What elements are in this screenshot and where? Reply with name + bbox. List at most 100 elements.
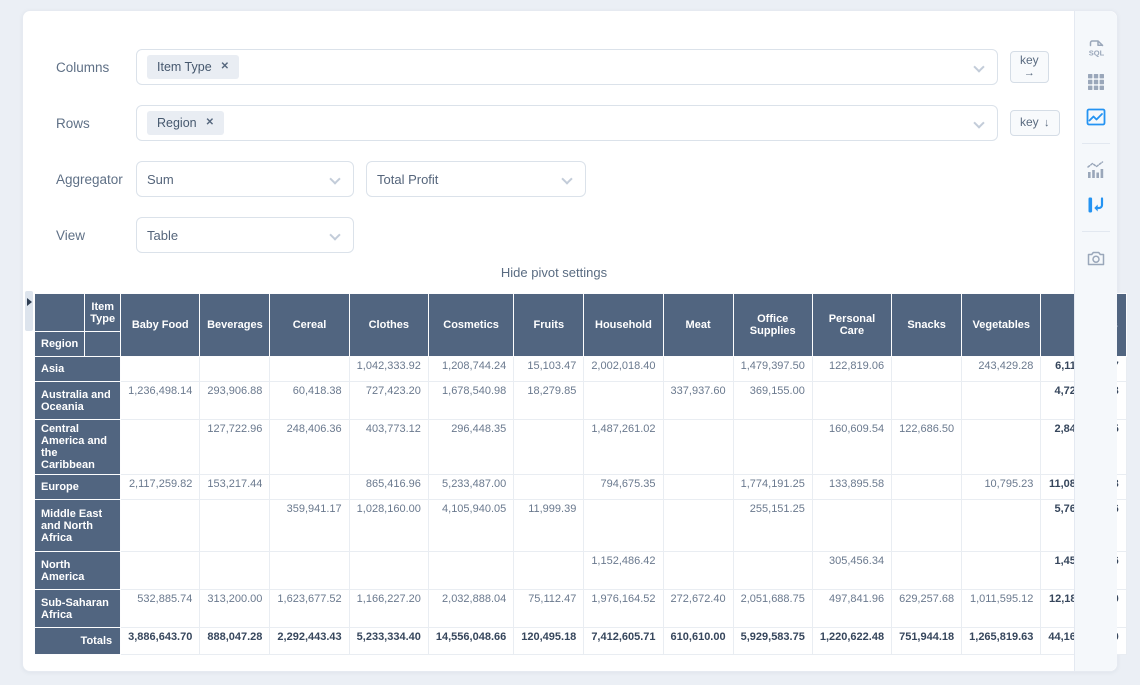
toolbar-divider <box>1082 143 1110 144</box>
data-cell <box>121 357 200 382</box>
row-header[interactable]: Sub-Saharan Africa <box>35 590 121 628</box>
columns-select[interactable]: Item Type ✕ <box>136 49 998 85</box>
data-cell: 243,429.28 <box>962 357 1041 382</box>
data-cell <box>962 552 1041 590</box>
remove-tag-icon[interactable]: ✕ <box>206 118 214 128</box>
data-cell: 15,103.47 <box>514 357 584 382</box>
data-cell: 272,672.40 <box>663 590 733 628</box>
col-axis-label[interactable]: Item Type <box>85 294 121 332</box>
column-total-cell: 610,610.00 <box>663 628 733 655</box>
table-row: Middle East and North Africa359,941.171,… <box>35 500 1127 552</box>
column-header[interactable]: Meat <box>663 294 733 357</box>
data-cell: 369,155.00 <box>733 382 812 420</box>
data-cell <box>584 382 663 420</box>
view-select[interactable]: Table <box>136 217 354 253</box>
data-cell: 313,200.00 <box>200 590 270 628</box>
data-cell: 60,418.38 <box>270 382 349 420</box>
column-header[interactable]: Cosmetics <box>428 294 513 357</box>
data-cell <box>962 382 1041 420</box>
sql-icon[interactable]: SQL <box>1084 35 1108 59</box>
pivot-table: Item TypeBaby FoodBeveragesCerealClothes… <box>34 293 1127 655</box>
data-cell: 122,819.06 <box>812 357 891 382</box>
column-header[interactable]: Clothes <box>349 294 428 357</box>
data-cell: 1,236,498.14 <box>121 382 200 420</box>
aggregator-field-select[interactable]: Total Profit <box>366 161 586 197</box>
data-cell <box>892 500 962 552</box>
row-header[interactable]: Europe <box>35 475 121 500</box>
table-row: Europe2,117,259.82153,217.44865,416.965,… <box>35 475 1127 500</box>
data-cell <box>663 420 733 475</box>
data-cell: 1,678,540.98 <box>428 382 513 420</box>
camera-icon[interactable] <box>1084 246 1108 270</box>
data-cell: 10,795.23 <box>962 475 1041 500</box>
row-header[interactable]: Middle East and North Africa <box>35 500 121 552</box>
column-header[interactable]: Beverages <box>200 294 270 357</box>
chevron-down-icon <box>561 173 572 184</box>
column-header[interactable]: Office Supplies <box>733 294 812 357</box>
data-cell: 359,941.17 <box>270 500 349 552</box>
aggregator-field-value: Total Profit <box>377 172 438 187</box>
data-cell: 2,002,018.40 <box>584 357 663 382</box>
visualization-icon[interactable] <box>1084 105 1108 129</box>
rows-tag-label: Region <box>157 116 197 130</box>
data-cell: 794,675.35 <box>584 475 663 500</box>
corner-blank-cell <box>35 294 85 332</box>
toolbar-divider <box>1082 231 1110 232</box>
data-cell: 497,841.96 <box>812 590 891 628</box>
data-cell <box>812 382 891 420</box>
chart-icon[interactable] <box>1084 158 1108 182</box>
table-row: Central America and the Caribbean 127,722… <box>35 420 1127 475</box>
data-cell <box>514 420 584 475</box>
collapse-handle[interactable] <box>25 291 33 331</box>
view-control-row: View Table <box>56 217 1074 253</box>
data-cell: 18,279.85 <box>514 382 584 420</box>
column-header[interactable]: Snacks <box>892 294 962 357</box>
column-header[interactable]: Vegetables <box>962 294 1041 357</box>
columns-tag-label: Item Type <box>157 60 212 74</box>
data-cell <box>892 552 962 590</box>
data-cell: 133,895.58 <box>812 475 891 500</box>
column-header[interactable]: Fruits <box>514 294 584 357</box>
data-cell <box>663 475 733 500</box>
data-cell: 2,032,888.04 <box>428 590 513 628</box>
data-cell: 403,773.12 <box>349 420 428 475</box>
hide-pivot-settings-link[interactable]: Hide pivot settings <box>34 265 1074 280</box>
columns-tag-item-type[interactable]: Item Type ✕ <box>147 55 239 79</box>
triangle-right-icon <box>27 298 32 306</box>
data-cell: 5,233,487.00 <box>428 475 513 500</box>
aggregator-function-select[interactable]: Sum <box>136 161 354 197</box>
rows-key-sort-button[interactable]: key ↓ <box>1010 110 1060 136</box>
column-header[interactable]: Cereal <box>270 294 349 357</box>
column-total-cell: 1,220,622.48 <box>812 628 891 655</box>
column-total-cell: 2,292,443.43 <box>270 628 349 655</box>
table-row: Sub-Saharan Africa532,885.74313,200.001,… <box>35 590 1127 628</box>
row-header[interactable]: Asia <box>35 357 121 382</box>
row-axis-label[interactable]: Region <box>35 332 85 357</box>
row-header[interactable]: Australia and Oceania <box>35 382 121 420</box>
column-total-cell: 751,944.18 <box>892 628 962 655</box>
data-cell <box>962 420 1041 475</box>
totals-row-header[interactable]: Totals <box>35 628 121 655</box>
remove-tag-icon[interactable]: ✕ <box>221 62 229 72</box>
table-icon[interactable] <box>1084 70 1108 94</box>
data-cell <box>121 500 200 552</box>
data-cell: 1,487,261.02 <box>584 420 663 475</box>
row-header[interactable]: North America <box>35 552 121 590</box>
column-header[interactable]: Baby Food <box>121 294 200 357</box>
columns-key-sort-button[interactable]: key → <box>1010 51 1049 82</box>
column-header[interactable]: Household <box>584 294 663 357</box>
data-cell: 1,976,164.52 <box>584 590 663 628</box>
data-cell <box>892 475 962 500</box>
data-cell: 1,774,191.25 <box>733 475 812 500</box>
chevron-down-icon <box>973 117 984 128</box>
svg-text:SQL: SQL <box>1088 48 1104 57</box>
data-cell: 75,112.47 <box>514 590 584 628</box>
data-cell: 127,722.96 <box>200 420 270 475</box>
data-cell: 4,105,940.05 <box>428 500 513 552</box>
rows-select[interactable]: Region ✕ <box>136 105 998 141</box>
row-header[interactable]: Central America and the Caribbean <box>35 420 121 475</box>
pivot-settings-panel: Columns Item Type ✕ key → Rows Region ✕ <box>34 11 1074 671</box>
rows-tag-region[interactable]: Region ✕ <box>147 111 224 135</box>
column-header[interactable]: Personal Care <box>812 294 891 357</box>
pivot-icon[interactable] <box>1084 193 1108 217</box>
